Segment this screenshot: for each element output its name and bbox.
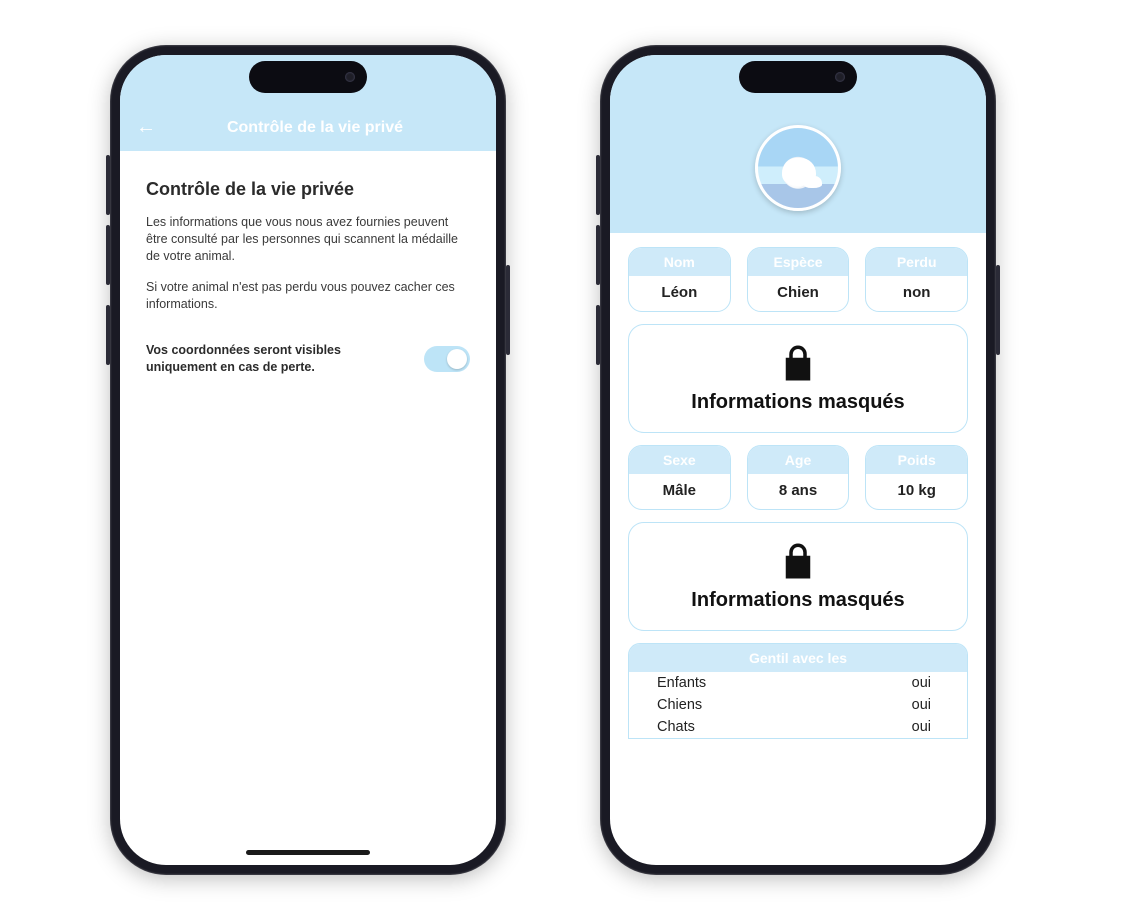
row-value: oui	[912, 697, 931, 713]
pill-age: Age 8 ans	[747, 445, 850, 510]
pill-label: Sexe	[629, 446, 730, 474]
info-row-mid: Sexe Mâle Age 8 ans Poids 10 kg	[628, 445, 968, 510]
lock-icon	[777, 341, 819, 385]
masked-text: Informations masqués	[639, 391, 957, 414]
table-row: Enfants oui	[629, 672, 967, 694]
row-key: Chats	[657, 719, 695, 735]
pill-perdu: Perdu non	[865, 247, 968, 312]
toggle-knob	[447, 349, 467, 369]
masked-card-contact: Informations masqués	[628, 324, 968, 433]
pill-value: non	[866, 276, 967, 311]
appbar-title: Contrôle de la vie privé	[170, 119, 460, 137]
phone-pet-profile: Nom Léon Espèce Chien Perdu non Informat…	[600, 45, 996, 875]
lock-icon	[777, 539, 819, 583]
back-arrow-icon[interactable]: ←	[136, 117, 156, 137]
pill-value: 10 kg	[866, 474, 967, 509]
home-indicator[interactable]	[246, 850, 370, 855]
pill-sexe: Sexe Mâle	[628, 445, 731, 510]
intro-paragraph-2: Si votre animal n'est pas perdu vous pou…	[146, 279, 470, 313]
device-notch	[739, 61, 857, 93]
pill-value: Léon	[629, 276, 730, 311]
phone-privacy-settings: ← Contrôle de la vie privé Contrôle de l…	[110, 45, 506, 875]
table-row: Chiens oui	[629, 694, 967, 716]
row-value: oui	[912, 675, 931, 691]
toggle-label: Vos coordonnées seront visibles uniqueme…	[146, 342, 366, 375]
row-key: Chiens	[657, 697, 702, 713]
pet-avatar[interactable]	[755, 125, 841, 211]
row-value: oui	[912, 719, 931, 735]
device-notch	[249, 61, 367, 93]
pill-label: Nom	[629, 248, 730, 276]
table-row: Chats oui	[629, 716, 967, 738]
pill-label: Poids	[866, 446, 967, 474]
friendly-with-card: Gentil avec les Enfants oui Chiens oui C…	[628, 643, 968, 739]
pill-value: Chien	[748, 276, 849, 311]
intro-paragraph-1: Les informations que vous nous avez four…	[146, 214, 470, 265]
pill-label: Espèce	[748, 248, 849, 276]
page-heading: Contrôle de la vie privée	[146, 179, 470, 200]
pill-value: 8 ans	[748, 474, 849, 509]
pill-nom: Nom Léon	[628, 247, 731, 312]
row-key: Enfants	[657, 675, 706, 691]
visibility-toggle[interactable]	[424, 346, 470, 372]
pill-espece: Espèce Chien	[747, 247, 850, 312]
pill-label: Age	[748, 446, 849, 474]
masked-card-medical: Informations masqués	[628, 522, 968, 631]
pill-label: Perdu	[866, 248, 967, 276]
pill-poids: Poids 10 kg	[865, 445, 968, 510]
masked-text: Informations masqués	[639, 589, 957, 612]
friendly-title: Gentil avec les	[629, 644, 967, 672]
info-row-top: Nom Léon Espèce Chien Perdu non	[628, 247, 968, 312]
pill-value: Mâle	[629, 474, 730, 509]
